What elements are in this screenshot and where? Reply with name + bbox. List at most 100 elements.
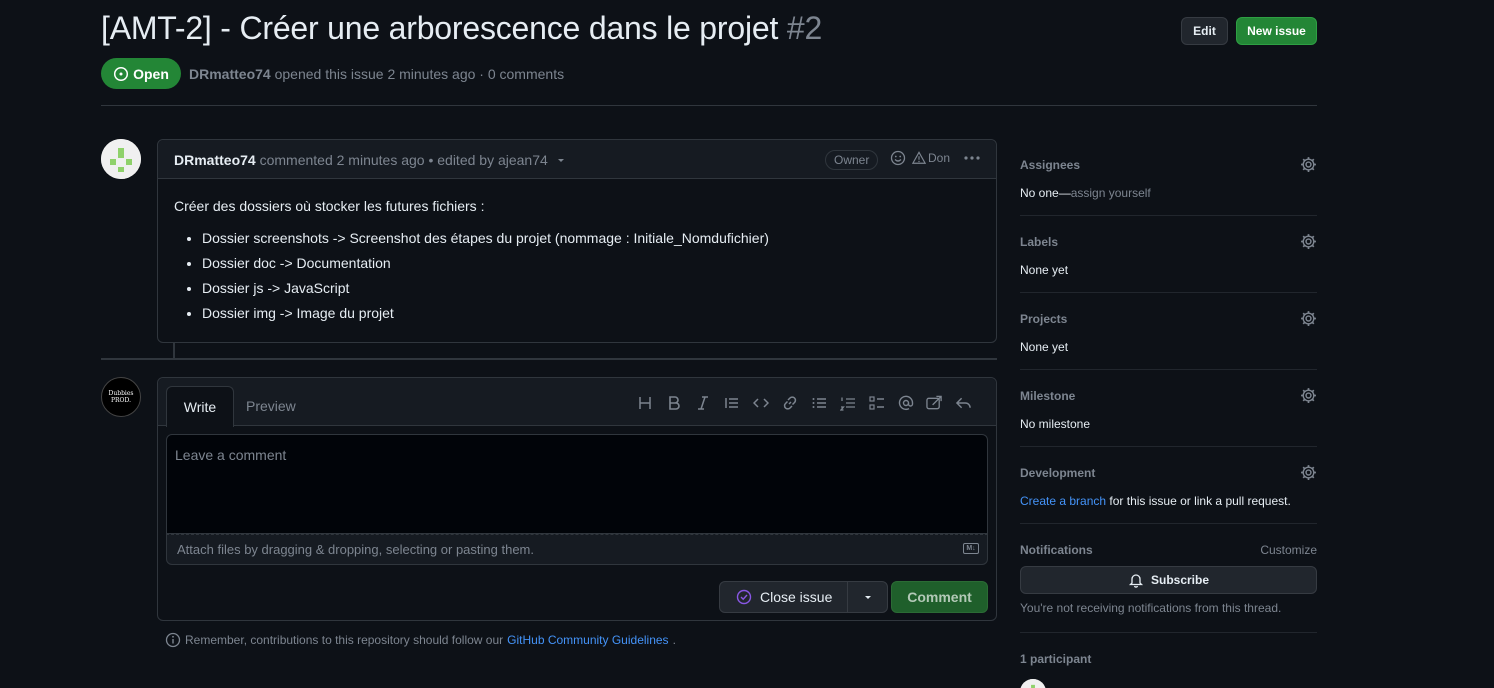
bold-icon[interactable] — [665, 394, 682, 411]
code-icon[interactable] — [752, 394, 769, 411]
alert-icon — [912, 151, 926, 164]
guidelines-note: Remember, contributions to this reposito… — [165, 632, 676, 648]
italic-icon[interactable] — [694, 394, 711, 411]
issue-title-text: [AMT-2] - Créer une arborescence dans le… — [101, 10, 779, 46]
comment-author[interactable]: DRmatteo74 — [174, 152, 256, 168]
triangle-down-icon — [864, 596, 871, 599]
edit-button[interactable]: Edit — [1181, 17, 1228, 45]
issue-comment: DRmatteo74 commented 2 minutes ago • edi… — [157, 139, 997, 343]
attach-text: Attach files by dragging & dropping, sel… — [177, 542, 534, 557]
new-comment-form: Write Preview Leave a comment Attach fil… — [157, 377, 997, 621]
unordered-list-icon[interactable] — [810, 394, 827, 411]
tab-preview[interactable]: Preview — [246, 386, 296, 426]
labels-value: None yet — [1020, 263, 1069, 277]
comment-body: Créer des dossiers où stocker les future… — [174, 198, 769, 330]
assignees-title[interactable]: Assignees — [1020, 158, 1317, 172]
new-issue-button[interactable]: New issue — [1236, 17, 1317, 45]
subscribe-label: Subscribe — [1150, 573, 1210, 587]
comment-actions: Don — [890, 150, 982, 166]
avatar-logo-text: Dubbies — [108, 390, 134, 397]
sidebar-notifications: Notifications Customize — [1020, 543, 1317, 557]
markdown-icon[interactable]: M↓ — [963, 543, 979, 554]
list-item: Dossier img -> Image du projet — [202, 305, 769, 322]
labels-title[interactable]: Labels — [1020, 235, 1317, 249]
sidebar-assignees: Assignees No one—assign yourself — [1020, 156, 1317, 200]
identicon-icon — [101, 139, 141, 179]
header-divider — [101, 105, 1317, 106]
subscribe-button[interactable]: Subscribe — [1020, 566, 1317, 594]
comment-meta[interactable]: commented 2 minutes ago • edited by ajea… — [260, 152, 548, 168]
issue-open-icon — [114, 66, 129, 81]
sidebar-divider — [1020, 523, 1317, 524]
tab-write[interactable]: Write — [166, 386, 234, 427]
development-rest: for this issue or link a pull request. — [1106, 494, 1291, 508]
development-title[interactable]: Development — [1020, 466, 1317, 480]
gear-icon[interactable] — [1300, 310, 1317, 327]
kebab-horizontal-icon[interactable] — [962, 150, 982, 166]
close-issue-button[interactable]: Close issue — [719, 581, 848, 613]
guidelines-period: . — [672, 633, 676, 647]
attach-files-bar[interactable]: Attach files by dragging & dropping, sel… — [166, 534, 988, 565]
issue-number: #2 — [786, 10, 823, 46]
guidelines-link[interactable]: GitHub Community Guidelines — [507, 633, 668, 647]
issue-opened-text: opened this issue 2 minutes ago · 0 comm… — [274, 66, 565, 82]
assignees-none: No one— — [1020, 186, 1071, 200]
timeline-line — [173, 343, 175, 359]
milestone-title[interactable]: Milestone — [1020, 389, 1317, 403]
comment-author-line: DRmatteo74 commented 2 minutes ago • edi… — [174, 152, 566, 168]
participant-avatar[interactable] — [1020, 679, 1046, 688]
sidebar-development: Development Create a branch for this iss… — [1020, 464, 1317, 508]
list-item: Dossier doc -> Documentation — [202, 255, 769, 272]
quote-icon[interactable] — [723, 394, 740, 411]
issue-author-link[interactable]: DRmatteo74 — [189, 66, 271, 82]
comment-list: Dossier screenshots -> Screenshot des ét… — [174, 230, 769, 322]
current-user-avatar[interactable]: Dubbies PROD. — [101, 377, 141, 417]
close-issue-label: Close issue — [760, 589, 833, 605]
heading-icon[interactable] — [636, 394, 653, 411]
comment-textarea[interactable]: Leave a comment — [166, 434, 988, 534]
smiley-icon[interactable] — [890, 150, 906, 166]
comment-button[interactable]: Comment — [891, 581, 988, 613]
check-circle-icon — [736, 589, 752, 605]
list-item: Dossier screenshots -> Screenshot des ét… — [202, 230, 769, 247]
sidebar-divider — [1020, 632, 1317, 633]
avatar-logo-text: PROD. — [111, 397, 131, 404]
task-list-icon[interactable] — [868, 394, 885, 411]
identicon-icon — [1020, 679, 1046, 688]
reaction-label: Don — [928, 151, 951, 165]
mention-icon[interactable] — [897, 394, 914, 411]
milestone-value: No milestone — [1020, 417, 1091, 431]
gear-icon[interactable] — [1300, 464, 1317, 481]
issue-title: [AMT-2] - Créer une arborescence dans le… — [101, 10, 822, 47]
reaction-item[interactable]: Don — [912, 151, 950, 165]
notification-status: You're not receiving notifications from … — [1020, 601, 1282, 615]
sidebar-divider — [1020, 446, 1317, 447]
link-icon[interactable] — [781, 394, 798, 411]
chevron-down-icon[interactable] — [556, 155, 566, 165]
status-badge: Open — [101, 58, 181, 89]
projects-title[interactable]: Projects — [1020, 312, 1317, 326]
bell-icon — [1128, 574, 1144, 588]
markdown-toolbar — [636, 394, 972, 411]
create-branch-link[interactable]: Create a branch — [1020, 494, 1106, 508]
cross-reference-icon[interactable] — [926, 394, 943, 411]
sidebar-milestone: Milestone No milestone — [1020, 387, 1317, 431]
close-options-button[interactable] — [847, 581, 888, 613]
sidebar-projects: Projects None yet — [1020, 310, 1317, 354]
avatar[interactable] — [101, 139, 141, 179]
gear-icon[interactable] — [1300, 156, 1317, 173]
gear-icon[interactable] — [1300, 387, 1317, 404]
gear-icon[interactable] — [1300, 233, 1317, 250]
info-icon — [165, 632, 181, 648]
development-value: Create a branch for this issue or link a… — [1020, 494, 1317, 508]
participants-title: 1 participant — [1020, 652, 1092, 666]
guidelines-text: Remember, contributions to this reposito… — [185, 633, 504, 647]
list-item: Dossier js -> JavaScript — [202, 280, 769, 297]
ordered-list-icon[interactable] — [839, 394, 856, 411]
issue-meta: DRmatteo74 opened this issue 2 minutes a… — [189, 66, 564, 82]
assignees-value: No one—assign yourself — [1020, 186, 1317, 200]
reply-icon[interactable] — [955, 394, 972, 411]
customize-link[interactable]: Customize — [1260, 543, 1317, 557]
assign-yourself-link[interactable]: assign yourself — [1071, 186, 1151, 200]
status-label: Open — [133, 65, 169, 82]
